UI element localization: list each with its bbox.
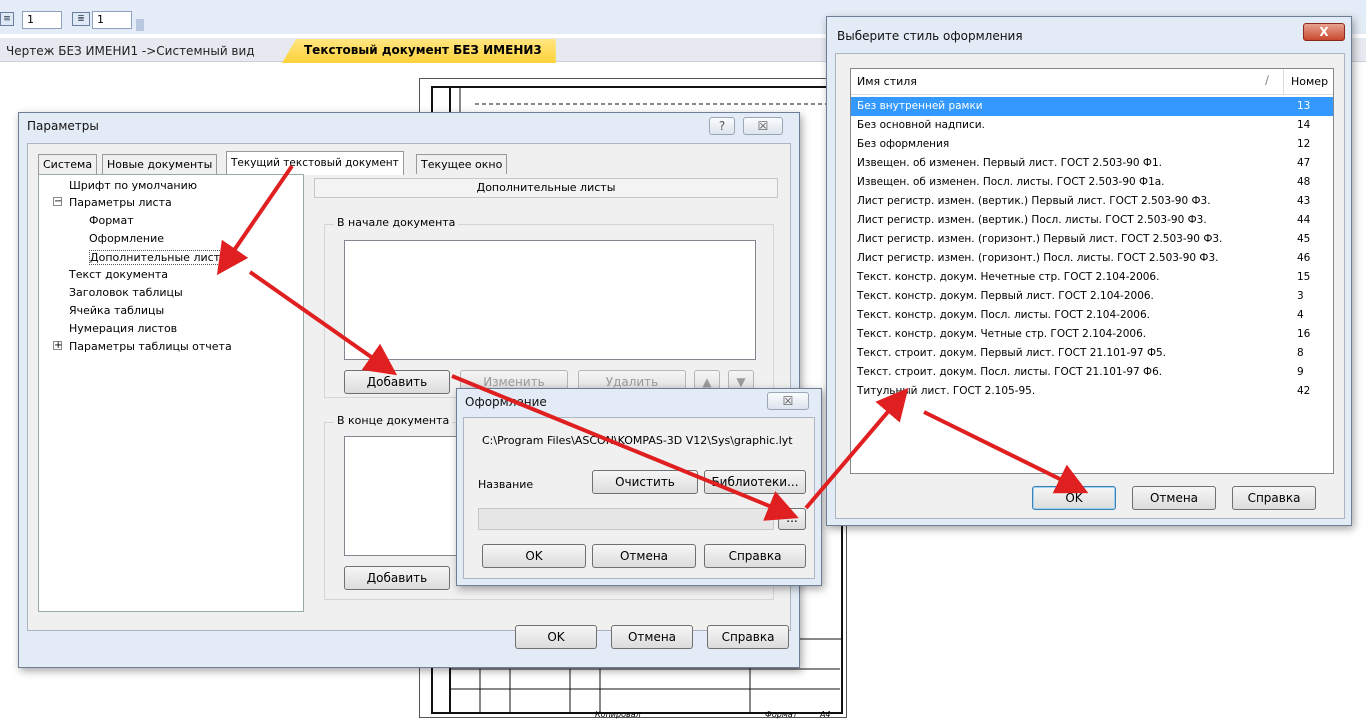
annotation-arrows: [216, 164, 1089, 521]
arrow-to-title-sheet: [804, 387, 909, 510]
arrow-to-add-button: [248, 270, 398, 376]
arrow-to-ok-button: [923, 410, 1089, 494]
arrow-to-browse-button: [451, 374, 799, 521]
arrow-to-extra-sheets: [216, 164, 294, 276]
